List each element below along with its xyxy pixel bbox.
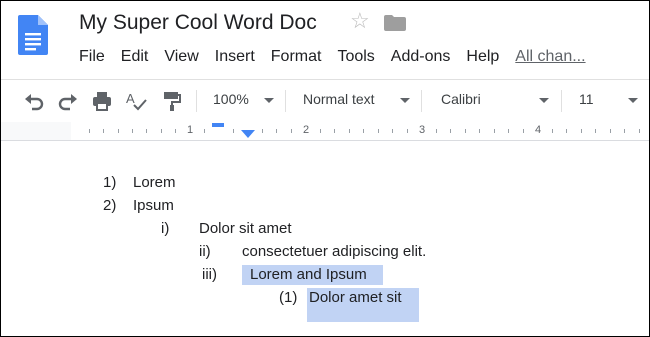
ruler-tick (581, 129, 582, 133)
ruler-tick (204, 129, 205, 133)
menu-addons[interactable]: Add-ons (391, 46, 451, 68)
ruler-tick (262, 129, 263, 133)
ruler-tick (276, 129, 277, 133)
ruler-tick (146, 129, 147, 133)
list-item[interactable]: Ipsum (133, 196, 174, 216)
ruler-tick (118, 129, 119, 133)
ruler-tick (378, 129, 379, 133)
chevron-down-icon[interactable] (264, 98, 274, 103)
ruler-tick (363, 129, 364, 133)
ruler-tick (349, 129, 350, 133)
docs-window: My Super Cool Word Doc ☆ File Edit View … (0, 0, 650, 337)
menu-file[interactable]: File (79, 46, 105, 68)
ruler-tick (624, 129, 625, 133)
ruler-tick (161, 129, 162, 133)
svg-text:A: A (126, 91, 135, 106)
list-item[interactable]: Dolor sit amet (199, 219, 292, 239)
ruler-tick (494, 129, 495, 133)
ruler-number: 1 (187, 124, 194, 136)
list-item[interactable]: Lorem (133, 173, 176, 193)
ruler-tick (508, 129, 509, 133)
menu-insert[interactable]: Insert (215, 46, 255, 68)
chevron-down-icon[interactable] (628, 98, 638, 103)
list-item[interactable]: consectetuer adipiscing elit. (242, 242, 426, 262)
list-marker: ii) (199, 243, 211, 260)
ruler-tick (639, 129, 640, 133)
selected-list-item[interactable]: Dolor amet sit (307, 288, 419, 322)
chevron-down-icon[interactable] (539, 98, 549, 103)
print-icon[interactable] (91, 90, 113, 112)
redo-icon[interactable] (57, 90, 79, 112)
ruler-number: 4 (535, 124, 542, 136)
font-select[interactable]: Calibri (441, 91, 481, 107)
ruler-tick (479, 129, 480, 133)
toolbar-separator (421, 90, 422, 112)
list-marker: iii) (202, 266, 217, 283)
menu-edit[interactable]: Edit (121, 46, 149, 68)
left-indent-marker[interactable] (241, 130, 255, 138)
star-icon[interactable]: ☆ (350, 10, 370, 32)
paint-format-icon[interactable] (161, 90, 183, 112)
ruler-tick (450, 129, 451, 133)
ruler-tick (89, 129, 90, 133)
menu-help[interactable]: Help (466, 46, 499, 68)
list-marker: 2) (103, 197, 117, 214)
ruler-tick (103, 129, 104, 133)
ruler-tick (233, 129, 234, 133)
ruler-tick (595, 129, 596, 133)
chevron-down-icon[interactable] (400, 98, 410, 103)
menu-tools[interactable]: Tools (337, 46, 374, 68)
font-size-select[interactable]: 11 (579, 91, 594, 107)
spellcheck-icon[interactable]: A (125, 90, 147, 112)
document-title[interactable]: My Super Cool Word Doc (79, 11, 317, 35)
ruler-tick (407, 129, 408, 133)
ruler-tick (320, 129, 321, 133)
folder-icon[interactable] (384, 15, 406, 31)
menu-format[interactable]: Format (271, 46, 322, 68)
ruler-tick (392, 129, 393, 133)
docs-logo-icon[interactable] (18, 15, 48, 55)
toolbar-separator (561, 90, 562, 112)
toolbar-separator (196, 90, 197, 112)
ruler-tick (132, 129, 133, 133)
ruler-tick (610, 129, 611, 133)
style-select[interactable]: Normal text (303, 91, 375, 107)
ruler[interactable]: 1 2 3 4 (1, 122, 649, 141)
ruler-tick (523, 129, 524, 133)
list-marker: (1) (279, 289, 298, 306)
ruler-page-area (71, 122, 649, 140)
ruler-number: 2 (303, 124, 310, 136)
ruler-tick (552, 129, 553, 133)
menu-bar: File Edit View Insert Format Tools Add-o… (79, 46, 586, 68)
toolbar-separator (285, 90, 286, 112)
list-marker: 1) (103, 174, 117, 191)
ruler-tick (175, 129, 176, 133)
ruler-tick (436, 129, 437, 133)
ruler-number: 3 (419, 124, 426, 136)
zoom-select[interactable]: 100% (213, 91, 249, 107)
menu-view[interactable]: View (164, 46, 198, 68)
selected-list-item[interactable]: Lorem and Ipsum (242, 265, 383, 285)
ruler-tick (465, 129, 466, 133)
ruler-tick (566, 129, 567, 133)
undo-icon[interactable] (23, 90, 45, 112)
list-marker: i) (161, 220, 170, 237)
ruler-tick (334, 129, 335, 133)
all-changes-link[interactable]: All chan... (515, 46, 585, 68)
toolbar: A 100% Normal text Calibri 11 (1, 79, 649, 123)
ruler-tick (291, 129, 292, 133)
first-line-indent-marker[interactable] (212, 123, 224, 127)
